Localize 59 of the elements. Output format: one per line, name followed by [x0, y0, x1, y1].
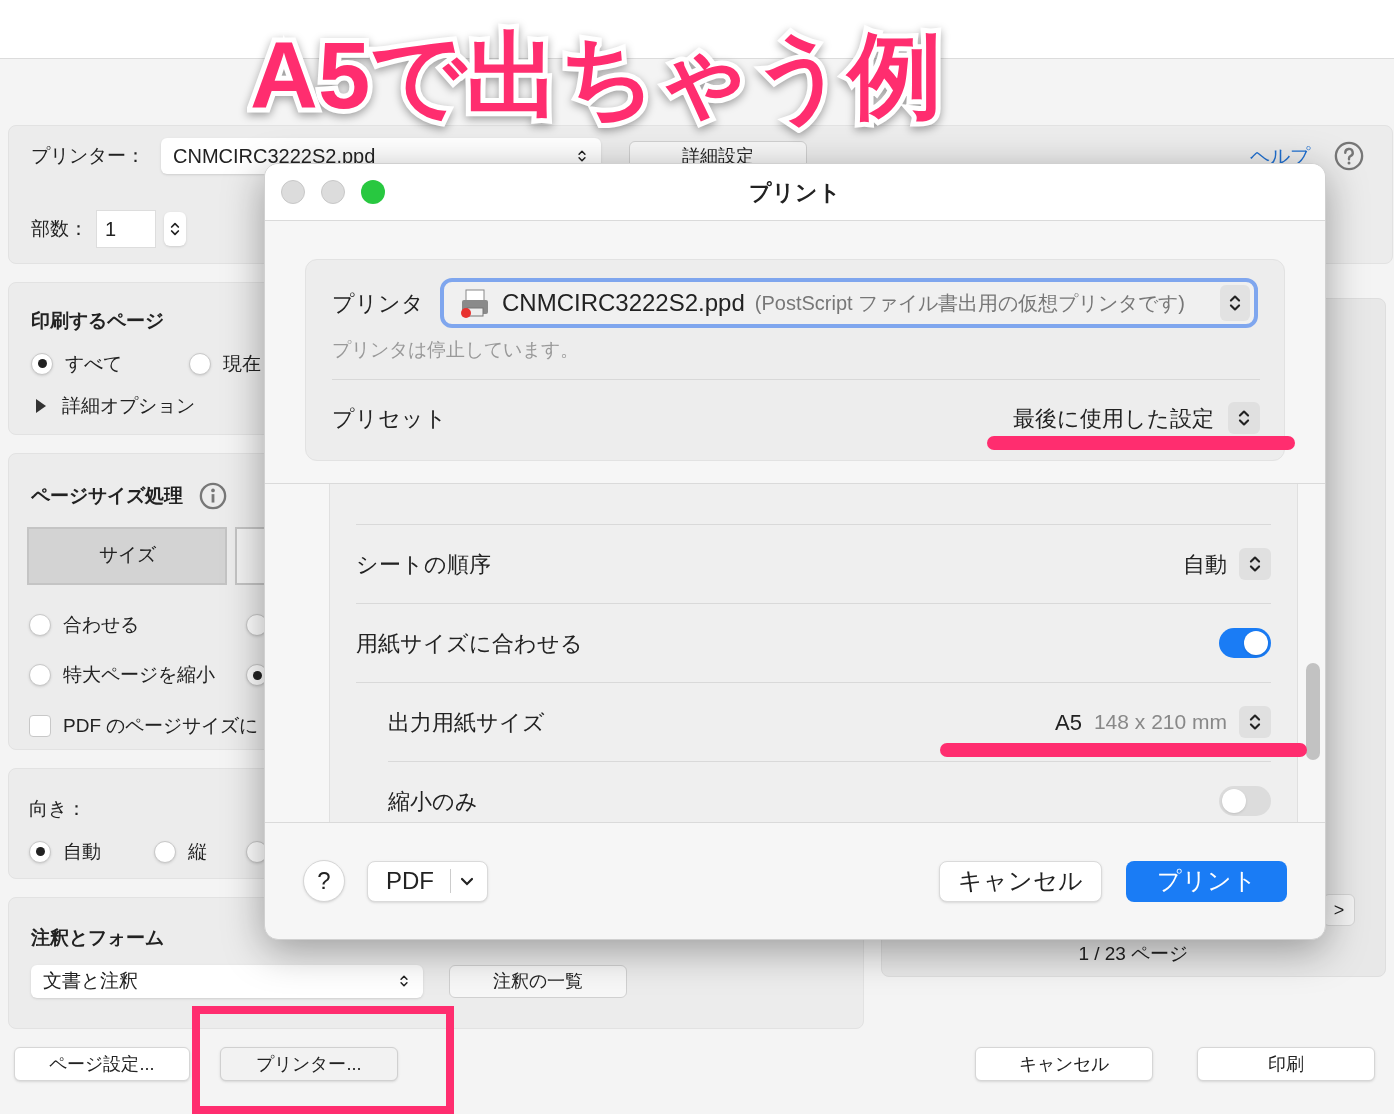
select-stepper[interactable] [1228, 402, 1260, 434]
radio-label: すべて [65, 351, 122, 376]
radio-button[interactable] [29, 613, 51, 636]
paper-dimensions: 148 x 210 mm [1093, 709, 1227, 736]
radio-label: 合わせる [63, 612, 139, 637]
printer-description: (PostScript ファイル書出用の仮想プリンタです) [754, 291, 1186, 316]
select-value: A5 [1055, 708, 1082, 737]
section-title: ページサイズ処理 [31, 484, 183, 508]
radio-label: 現在 [223, 351, 261, 376]
help-button[interactable]: ? [303, 860, 345, 902]
select-stepper[interactable] [1239, 548, 1271, 580]
select-value: 自動 [1183, 550, 1227, 579]
checkbox[interactable] [29, 714, 51, 737]
printer-label: プリンター： [31, 143, 146, 168]
preset-label: プリセット [332, 404, 447, 433]
pdf-menu-button[interactable]: PDF [367, 860, 488, 902]
printer-select[interactable]: CNMCIRC3222S2.ppd (PostScript ファイル書出用の仮想プリンタです) [440, 278, 1258, 328]
cancel-button[interactable]: キャンセル [975, 1047, 1153, 1081]
copies-field[interactable]: 1 [96, 210, 156, 248]
page-count: 1 / 23 ページ [1078, 941, 1189, 966]
preset-value[interactable]: 最後に使用した設定 [1013, 401, 1214, 435]
radio-button[interactable] [31, 352, 53, 375]
setting-label: 用紙サイズに合わせる [356, 629, 583, 658]
window-title: プリント [749, 178, 841, 207]
cancel-button[interactable]: キャンセル [939, 860, 1102, 902]
toggle-switch[interactable] [1219, 786, 1271, 816]
orientation-label: 向き： [29, 797, 86, 821]
select-stepper[interactable] [1239, 706, 1271, 738]
radio-label: 縦 [188, 839, 207, 864]
segment-tab[interactable]: サイズ [27, 526, 227, 585]
comments-select[interactable]: 文書と注釈 [31, 964, 423, 998]
more-options-label[interactable]: 詳細オプション [62, 392, 195, 421]
comment-summary-button[interactable]: 注釈の一覧 [449, 964, 627, 998]
printer-name: CNMCIRC3222S2.ppd [502, 288, 745, 318]
disclosure-triangle-icon[interactable] [36, 399, 46, 414]
section-title: 注釈とフォーム [31, 926, 164, 950]
scrollbar[interactable] [1306, 663, 1320, 760]
radio-label: 特大ページを縮小 [63, 663, 215, 687]
radio-button[interactable] [29, 840, 51, 863]
section-title: 印刷するページ [31, 309, 164, 333]
copies-label: 部数： [31, 216, 88, 241]
printer-status: プリンタは停止しています。 [332, 338, 579, 362]
radio-label: 自動 [63, 839, 101, 864]
radio-button[interactable] [29, 664, 51, 687]
page-setup-button[interactable]: ページ設定... [14, 1047, 190, 1081]
radio-button[interactable] [154, 840, 176, 863]
radio-button[interactable] [189, 352, 211, 375]
setting-label: シートの順序 [356, 550, 491, 579]
printer-button[interactable]: プリンター... [220, 1047, 398, 1081]
toggle-switch[interactable] [1219, 628, 1271, 658]
info-icon[interactable] [199, 482, 227, 511]
checkbox-label: PDF のページサイズに [63, 713, 259, 738]
setting-label: 縮小のみ [388, 787, 478, 816]
help-icon[interactable] [1334, 141, 1364, 171]
annotation-title: A5で出ちゃう例 [250, 22, 943, 130]
print-button[interactable]: 印刷 [1197, 1047, 1375, 1081]
setting-label: 出力用紙サイズ [388, 708, 545, 737]
print-button[interactable]: プリント [1126, 860, 1287, 902]
printer-label: プリンタ [332, 289, 425, 318]
